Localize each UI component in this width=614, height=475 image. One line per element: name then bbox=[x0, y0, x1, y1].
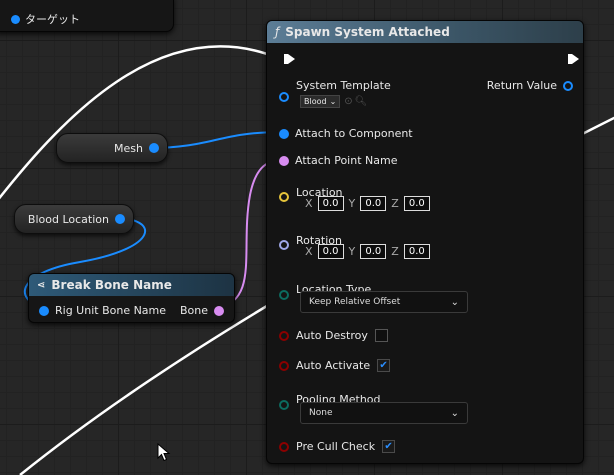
system-template-pin[interactable] bbox=[279, 92, 289, 102]
pooling-method-dropdown[interactable]: None ⌄ bbox=[300, 402, 468, 424]
location-type-pin[interactable] bbox=[279, 290, 289, 300]
location-z-axis: Z bbox=[391, 197, 399, 210]
mesh-wire bbox=[149, 131, 283, 149]
break-bone-name-node[interactable]: ⋖ Break Bone Name Rig Unit Bone Name Bon… bbox=[28, 273, 235, 323]
function-icon: ƒ bbox=[275, 25, 280, 39]
mesh-output-pin[interactable] bbox=[149, 143, 159, 153]
exec-output-pin[interactable] bbox=[568, 54, 579, 64]
rotation-y-input[interactable]: 0.0 bbox=[360, 244, 387, 259]
pooling-method-pin[interactable] bbox=[279, 400, 289, 410]
exec-input-pin[interactable] bbox=[284, 54, 295, 64]
mesh-label: Mesh bbox=[114, 141, 143, 155]
system-template-value: Blood bbox=[304, 97, 327, 106]
auto-activate-pin[interactable] bbox=[279, 360, 289, 371]
rotation-z-input[interactable]: 0.0 bbox=[403, 244, 430, 259]
rotation-x-input[interactable]: 0.0 bbox=[317, 244, 344, 259]
blood-location-output-pin[interactable] bbox=[115, 214, 125, 224]
attach-point-name-label: Attach Point Name bbox=[295, 154, 398, 167]
use-selected-asset-icon[interactable]: ⊙ bbox=[344, 96, 352, 107]
location-z-input[interactable]: 0.0 bbox=[403, 196, 430, 211]
location-vector: X 0.0 Y 0.0 Z 0.0 bbox=[305, 196, 430, 211]
rotation-vector: X 0.0 Y 0.0 Z 0.0 bbox=[305, 244, 430, 259]
chevron-down-icon: ⌄ bbox=[329, 97, 337, 106]
rotation-y-axis: Y bbox=[348, 245, 356, 258]
spawn-system-attached-node[interactable]: ƒ Spawn System Attached System Template … bbox=[266, 20, 584, 464]
auto-activate-checkbox[interactable] bbox=[377, 359, 391, 372]
pre-cull-check-pin[interactable] bbox=[279, 441, 289, 452]
rig-unit-bone-name-pin[interactable] bbox=[39, 305, 49, 316]
rotation-pin[interactable] bbox=[279, 240, 289, 250]
break-icon: ⋖ bbox=[37, 279, 46, 291]
return-value-pin[interactable] bbox=[563, 80, 573, 91]
mesh-node[interactable]: Mesh bbox=[56, 133, 168, 163]
rotation-x-axis: X bbox=[305, 245, 313, 258]
location-y-input[interactable]: 0.0 bbox=[360, 196, 387, 211]
target-pin[interactable] bbox=[11, 14, 20, 24]
return-value-label: Return Value bbox=[486, 79, 557, 92]
target-node[interactable]: ターゲット bbox=[0, 0, 174, 32]
pre-cull-check-checkbox[interactable] bbox=[382, 440, 396, 453]
browse-asset-icon[interactable]: 🔍︎ bbox=[355, 96, 368, 107]
target-label: ターゲット bbox=[25, 13, 80, 26]
auto-activate-label: Auto Activate bbox=[296, 359, 371, 372]
auto-destroy-label: Auto Destroy bbox=[296, 329, 368, 342]
rig-unit-bone-name-label: Rig Unit Bone Name bbox=[55, 304, 167, 317]
pre-cull-check-label: Pre Cull Check bbox=[296, 440, 376, 453]
attach-point-name-pin[interactable] bbox=[279, 155, 289, 166]
location-y-axis: Y bbox=[348, 197, 356, 210]
attach-to-component-pin[interactable] bbox=[279, 128, 289, 139]
location-type-dropdown[interactable]: Keep Relative Offset ⌄ bbox=[300, 291, 468, 313]
blood-location-node[interactable]: Blood Location bbox=[14, 204, 134, 234]
location-x-axis: X bbox=[305, 197, 313, 210]
pooling-method-value: None bbox=[309, 408, 333, 418]
bone-label: Bone bbox=[179, 304, 208, 317]
exec-wire bbox=[0, 45, 279, 200]
chevron-down-icon: ⌄ bbox=[450, 407, 459, 419]
location-x-input[interactable]: 0.0 bbox=[317, 196, 344, 211]
system-template-select[interactable]: Blood ⌄ bbox=[300, 95, 341, 108]
location-pin[interactable] bbox=[279, 192, 289, 202]
system-template-label: System Template bbox=[296, 79, 391, 92]
location-type-value: Keep Relative Offset bbox=[309, 297, 401, 307]
blood-location-label: Blood Location bbox=[27, 212, 109, 226]
cursor-icon bbox=[157, 443, 171, 462]
auto-destroy-checkbox[interactable] bbox=[374, 329, 388, 342]
attach-to-component-label: Attach to Component bbox=[295, 127, 413, 140]
break-bone-header[interactable]: ⋖ Break Bone Name bbox=[29, 274, 234, 296]
auto-destroy-pin[interactable] bbox=[279, 330, 289, 341]
spawn-header[interactable]: ƒ Spawn System Attached bbox=[267, 21, 583, 43]
chevron-down-icon: ⌄ bbox=[450, 296, 459, 308]
break-bone-title: Break Bone Name bbox=[51, 278, 172, 292]
rotation-z-axis: Z bbox=[391, 245, 399, 258]
spawn-title: Spawn System Attached bbox=[285, 25, 450, 39]
bone-output-pin[interactable] bbox=[214, 305, 224, 316]
